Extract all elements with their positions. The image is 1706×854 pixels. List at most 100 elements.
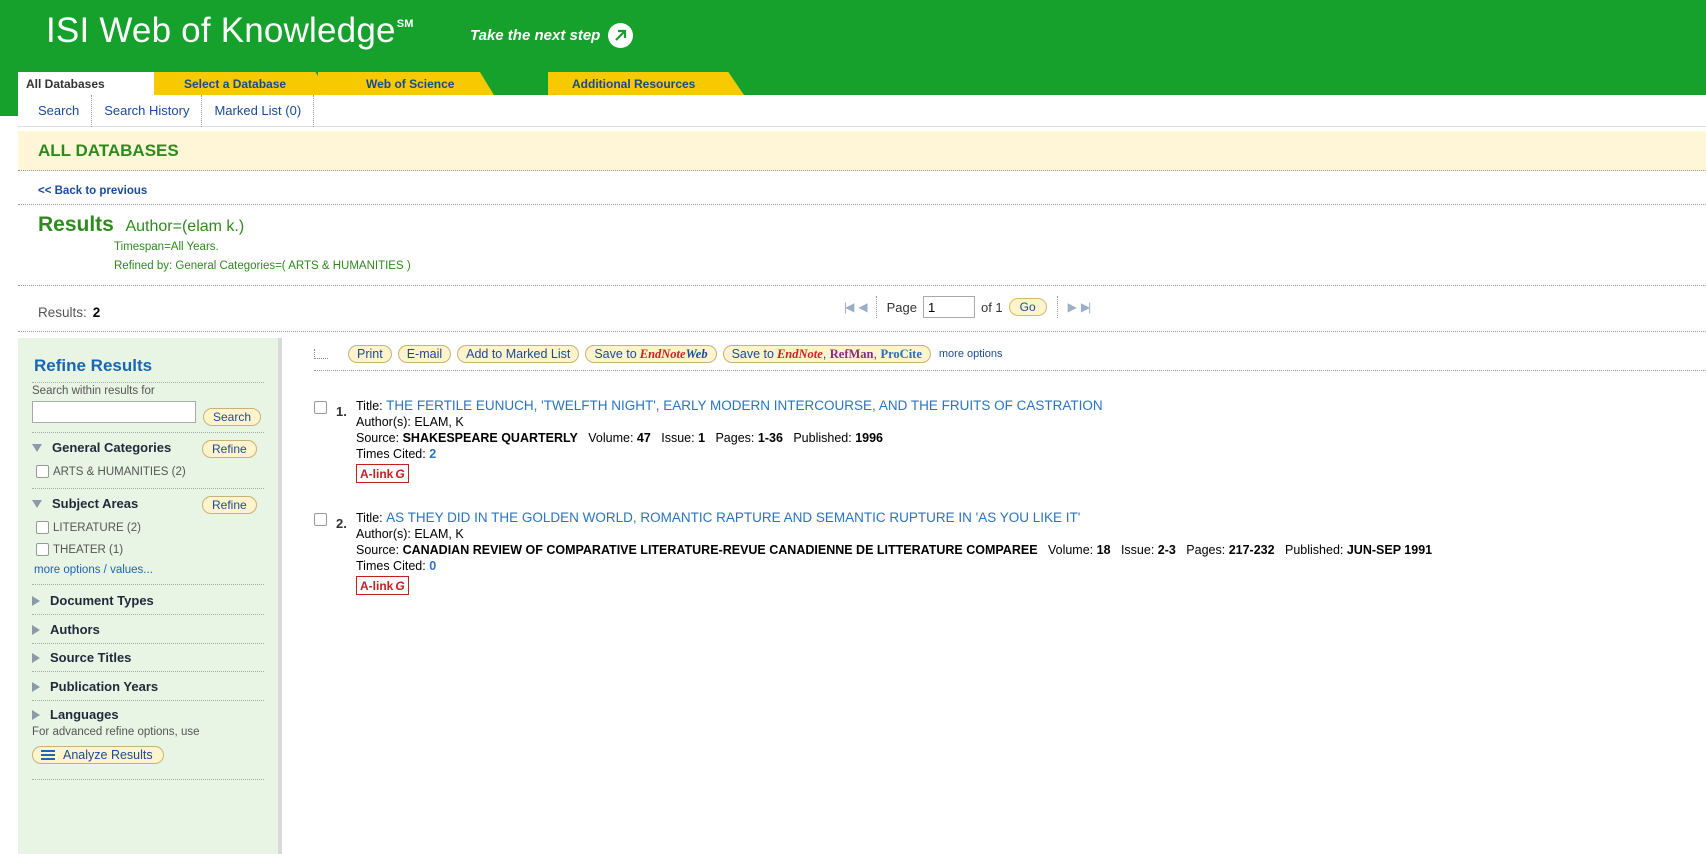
search-within-button[interactable]: Search: [203, 408, 262, 426]
record-times-cited: Times Cited: 2: [356, 446, 1103, 462]
times-cited-link[interactable]: 2: [429, 447, 436, 461]
issue-label: Issue:: [661, 431, 695, 445]
volume-value: 47: [636, 431, 651, 445]
alink-label: A-link: [360, 466, 394, 481]
advanced-refine-hint: For advanced refine options, use: [32, 726, 200, 738]
issue-label: Issue:: [1120, 543, 1155, 557]
select-all-corner-icon: [314, 349, 328, 359]
caret-right-icon: [32, 624, 40, 635]
publication-years-toggle[interactable]: Publication Years: [32, 679, 158, 694]
source-value: SHAKESPEARE QUARTERLY: [402, 431, 578, 445]
brand-logo[interactable]: ISI Web of KnowledgeSM: [46, 11, 414, 51]
caret-right-icon: [32, 652, 40, 663]
issue-value: 1: [698, 431, 706, 445]
more-options-link[interactable]: more options / values...: [34, 564, 153, 576]
record-checkbox[interactable]: [314, 513, 327, 526]
subnav-marked-list[interactable]: Marked List (0): [202, 94, 315, 127]
divider: [32, 382, 264, 383]
results-count: Results: 2: [38, 305, 100, 320]
caret-down-icon: [32, 499, 42, 508]
times-cited-value: 0: [429, 559, 437, 573]
record-number: 1.: [336, 404, 347, 419]
record-source-line: Source: SHAKESPEARE QUARTERLY Volume: 47…: [356, 430, 1103, 446]
previous-page-icon[interactable]: ◀: [858, 300, 867, 314]
pagination: |◀ ◀ Page of 1 Go ▶ ▶|: [844, 296, 1091, 318]
source-titles-toggle[interactable]: Source Titles: [32, 650, 131, 665]
next-page-icon[interactable]: ▶: [1068, 300, 1077, 314]
record-source-line: Source: CANADIAN REVIEW OF COMPARATIVE L…: [356, 542, 1432, 558]
subnav-search[interactable]: Search: [18, 94, 93, 127]
times-cited-label: Times Cited:: [356, 447, 426, 461]
divider: [18, 285, 1706, 286]
last-page-icon[interactable]: ▶|: [1081, 300, 1091, 314]
save-to-label: Save to: [731, 347, 774, 361]
volume-value: 18: [1096, 543, 1111, 557]
alink-button[interactable]: A-link G: [356, 576, 409, 595]
authors-toggle[interactable]: Authors: [32, 622, 100, 637]
document-types-toggle[interactable]: Document Types: [32, 593, 154, 608]
main-content: Search Search History Marked List (0) AL…: [18, 94, 1706, 854]
authors-label: Authors: [50, 622, 100, 637]
results-query: Author=(elam k.): [125, 218, 245, 235]
record-checkbox[interactable]: [314, 401, 327, 414]
subnav-search-history[interactable]: Search History: [92, 94, 203, 127]
record-number: 2.: [336, 516, 347, 531]
tagline-text: Take the next step: [470, 27, 601, 44]
option-label: LITERATURE (2): [53, 521, 141, 534]
general-categories-toggle[interactable]: General Categories: [32, 440, 171, 455]
save-to-endnote-refman-procite-button[interactable]: Save to EndNote, RefMan, ProCite: [722, 345, 931, 363]
tab-select-database[interactable]: Select a Database: [148, 72, 330, 95]
option-literature[interactable]: LITERATURE (2): [36, 521, 141, 534]
back-to-previous-link[interactable]: << Back to previous: [38, 185, 147, 197]
record-body: Title: AS THEY DID IN THE GOLDEN WORLD, …: [356, 510, 1432, 595]
save-to-endnote-web-button[interactable]: Save to EndNote Web: [585, 345, 717, 363]
checkbox[interactable]: [36, 465, 49, 478]
source-label: Source:: [356, 543, 400, 557]
search-within-input[interactable]: [32, 401, 196, 423]
languages-toggle[interactable]: Languages: [32, 707, 119, 722]
checkbox[interactable]: [36, 521, 49, 534]
brand-text: ISI Web of Knowledge: [46, 11, 396, 50]
option-label: THEATER (1): [53, 543, 124, 556]
tab-label: Web of Science: [366, 76, 455, 91]
page-of-label: of 1: [980, 299, 1003, 315]
results-count-value: 2: [92, 305, 101, 320]
record-authors: Author(s): ELAM, K: [356, 415, 464, 429]
tab-additional-resources[interactable]: Additional Resources: [548, 72, 744, 95]
option-arts-humanities[interactable]: ARTS & HUMANITIES (2): [36, 465, 186, 478]
add-to-marked-list-button[interactable]: Add to Marked List: [457, 345, 580, 363]
alink-button[interactable]: A-link G: [356, 464, 409, 483]
languages-label: Languages: [50, 707, 119, 722]
email-button[interactable]: E-mail: [397, 345, 452, 363]
go-button[interactable]: Go: [1008, 298, 1047, 316]
print-button[interactable]: Print: [348, 345, 392, 363]
tab-web-of-science[interactable]: Web of Science: [318, 72, 494, 95]
title-label: Title:: [356, 511, 383, 525]
pages-label: Pages:: [1186, 543, 1226, 557]
refine-general-categories-button[interactable]: Refine: [202, 440, 257, 458]
subject-areas-toggle[interactable]: Subject Areas: [32, 496, 138, 511]
refine-subject-areas-button[interactable]: Refine: [202, 496, 257, 514]
option-theater[interactable]: THEATER (1): [36, 543, 123, 556]
tab-label: All Databases: [26, 76, 105, 91]
record-title-link[interactable]: THE FERTILE EUNUCH, 'TWELFTH NIGHT', EAR…: [386, 398, 1102, 413]
tagline-link[interactable]: Take the next step: [470, 23, 634, 48]
endnote-label: EndNote: [776, 346, 823, 361]
results-title: Results: [38, 213, 114, 236]
more-options-link[interactable]: more options: [939, 348, 1003, 360]
first-page-icon[interactable]: |◀: [844, 300, 854, 314]
published-value: 1996: [855, 431, 883, 445]
endnote-label: EndNote: [639, 346, 686, 361]
divider: [32, 432, 264, 433]
issue-value: 2-3: [1157, 543, 1176, 557]
source-label: Source:: [356, 431, 400, 445]
divider: [32, 643, 264, 644]
analyze-results-button[interactable]: Analyze Results: [32, 746, 164, 764]
results-toolbar: Print E-mail Add to Marked List Save to …: [314, 345, 1002, 363]
record-title-link[interactable]: AS THEY DID IN THE GOLDEN WORLD, ROMANTI…: [386, 510, 1080, 525]
page-number-input[interactable]: [922, 296, 975, 318]
section-title: ALL DATABASES: [38, 140, 179, 160]
tab-all-databases[interactable]: All Databases: [18, 72, 154, 95]
pages-label: Pages:: [715, 431, 755, 445]
checkbox[interactable]: [36, 543, 49, 556]
